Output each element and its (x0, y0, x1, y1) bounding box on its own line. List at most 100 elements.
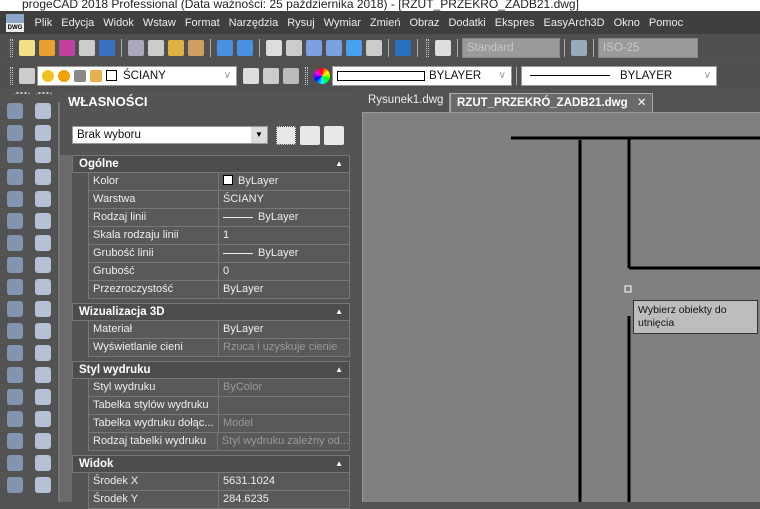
menu-wymiar[interactable]: Wymiar (319, 17, 365, 29)
toolbar-grip[interactable] (426, 38, 429, 57)
save-icon[interactable] (59, 39, 75, 56)
open-icon[interactable] (39, 39, 55, 56)
property-value[interactable]: 284.6235 (219, 491, 349, 508)
scale-icon[interactable] (35, 257, 51, 273)
palette-grip[interactable] (36, 92, 52, 97)
layer-freeze-icon[interactable] (58, 69, 70, 82)
layer-dropdown[interactable]: ŚCIANY ∨ (37, 65, 237, 86)
break-icon[interactable] (35, 345, 51, 361)
property-value[interactable]: ByLayer (219, 245, 349, 262)
tab-rzut-przekro[interactable]: RZUT_PRZEKRÓ_ZADB21.dwg ✕ (450, 93, 654, 112)
toolbar-grip[interactable] (10, 38, 13, 57)
mirror-icon[interactable] (35, 147, 51, 163)
property-value[interactable]: ByColor (219, 379, 349, 396)
fillet-arc-icon[interactable] (35, 433, 51, 449)
menu-format[interactable]: Format (180, 17, 224, 29)
menu-rysuj[interactable]: Rysuj (283, 17, 320, 29)
linetype-dropdown[interactable]: BYLAYER ∨ (521, 65, 717, 86)
join-icon[interactable] (35, 367, 51, 383)
move-icon[interactable] (35, 213, 51, 229)
make-block-icon[interactable] (7, 367, 23, 383)
spline-icon[interactable] (7, 279, 23, 295)
property-row[interactable]: Warstwa ŚCIANY (88, 191, 350, 209)
properties-icon[interactable] (366, 39, 382, 56)
undo-icon[interactable] (217, 39, 233, 56)
ray-icon[interactable] (7, 125, 23, 141)
layer-previous-icon[interactable] (263, 67, 279, 84)
ellipse-icon[interactable] (7, 301, 23, 317)
property-row[interactable]: Grubość linii ByLayer (88, 245, 350, 263)
layer-manager-icon[interactable] (19, 67, 35, 84)
collapse-arrow-icon[interactable]: ▲ (335, 456, 343, 472)
property-row[interactable]: Tabelka wydruku dołąc... Model (88, 415, 350, 433)
quick-select-icon[interactable] (300, 126, 320, 145)
circle-icon[interactable] (7, 235, 23, 251)
polyline-icon[interactable] (7, 147, 23, 163)
array-icon[interactable] (35, 191, 51, 207)
chamfer-icon[interactable] (35, 389, 51, 405)
dimension-style-icon[interactable] (571, 39, 587, 56)
region-icon[interactable] (7, 455, 23, 471)
property-value[interactable]: Rzuca i uzyskuje cienie (219, 339, 349, 356)
toolbar-grip[interactable] (10, 66, 13, 85)
fillet-icon[interactable] (35, 411, 51, 427)
menu-pomoc[interactable]: Pomoc (644, 17, 687, 29)
color-dropdown[interactable]: BYLAYER ∨ (332, 65, 512, 86)
menu-easyarch3d[interactable]: EasyArch3D (539, 17, 609, 29)
copy-icon[interactable] (35, 125, 51, 141)
property-value[interactable]: ByLayer (219, 321, 349, 338)
rotate-icon[interactable] (35, 235, 51, 251)
property-row[interactable]: Przezroczystość ByLayer (88, 281, 350, 299)
property-row[interactable]: Rodzaj tabelki wydruku Styl wydruku zależ… (88, 433, 350, 451)
ellipse-arc-icon[interactable] (7, 323, 23, 339)
property-value[interactable] (219, 397, 349, 414)
zoom-previous-icon[interactable] (326, 39, 342, 56)
menu-zmień[interactable]: Zmień (365, 17, 405, 29)
section-header[interactable]: Wizualizacja 3D ▲ (72, 303, 350, 321)
line-icon[interactable] (7, 103, 23, 119)
regen-icon[interactable] (346, 39, 362, 56)
explode-icon[interactable] (35, 455, 51, 471)
property-row[interactable]: Wyświetlanie cieni Rzuca i uzyskuje cieni… (88, 339, 350, 357)
polygon-icon[interactable] (7, 169, 23, 185)
select-objects-icon[interactable] (276, 126, 296, 145)
section-header[interactable]: Ogólne ▲ (72, 155, 350, 173)
toolbar-grip[interactable] (305, 66, 308, 85)
menu-widok[interactable]: Widok (99, 17, 139, 29)
property-value[interactable]: 1 (219, 227, 349, 244)
paste-icon[interactable] (168, 39, 184, 56)
property-value[interactable]: 0 (219, 263, 349, 280)
menu-plik[interactable]: Plik (30, 17, 57, 29)
layer-lock-icon[interactable] (90, 69, 102, 82)
offset-icon[interactable] (35, 169, 51, 185)
layer-vp-freeze-icon[interactable] (74, 69, 86, 82)
property-value[interactable]: Styl wydruku zależny od... (218, 433, 349, 450)
collapse-arrow-icon[interactable]: ▲ (335, 156, 343, 172)
section-header[interactable]: Widok ▲ (72, 455, 350, 473)
new-icon[interactable] (19, 39, 35, 56)
dim-style-dropdown[interactable]: ISO-25 ∨ (598, 37, 698, 58)
text-style-dropdown[interactable]: Standard ∨ (462, 37, 560, 58)
property-value[interactable]: 5631.1024 (219, 473, 349, 490)
property-row[interactable]: Grubość 0 (88, 263, 350, 281)
property-row[interactable]: Środek X 5631.1024 (88, 473, 350, 491)
make-layer-current-icon[interactable] (243, 67, 259, 84)
selection-dropdown[interactable]: Brak wyboru ▼ (72, 126, 268, 144)
layer-on-icon[interactable] (42, 69, 54, 82)
help-icon[interactable] (395, 39, 411, 56)
redo-icon[interactable] (237, 39, 253, 56)
property-row[interactable]: Skala rodzaju linii 1 (88, 227, 350, 245)
layer-states-icon[interactable] (283, 67, 299, 84)
app-logo[interactable]: DWG (6, 13, 24, 32)
menu-narzędzia[interactable]: Narzędzia (224, 17, 283, 29)
menu-wstaw[interactable]: Wstaw (138, 17, 180, 29)
property-value[interactable]: ByLayer (219, 173, 349, 190)
pan-icon[interactable] (266, 39, 282, 56)
property-value[interactable]: ByLayer (219, 281, 349, 298)
print-preview-icon[interactable] (99, 39, 115, 56)
arc-icon[interactable] (7, 213, 23, 229)
property-row[interactable]: Środek Y 284.6235 (88, 491, 350, 509)
collapse-arrow-icon[interactable]: ▲ (335, 304, 343, 320)
property-row[interactable]: Rodzaj linii ByLayer (88, 209, 350, 227)
zoom-window-icon[interactable] (306, 39, 322, 56)
